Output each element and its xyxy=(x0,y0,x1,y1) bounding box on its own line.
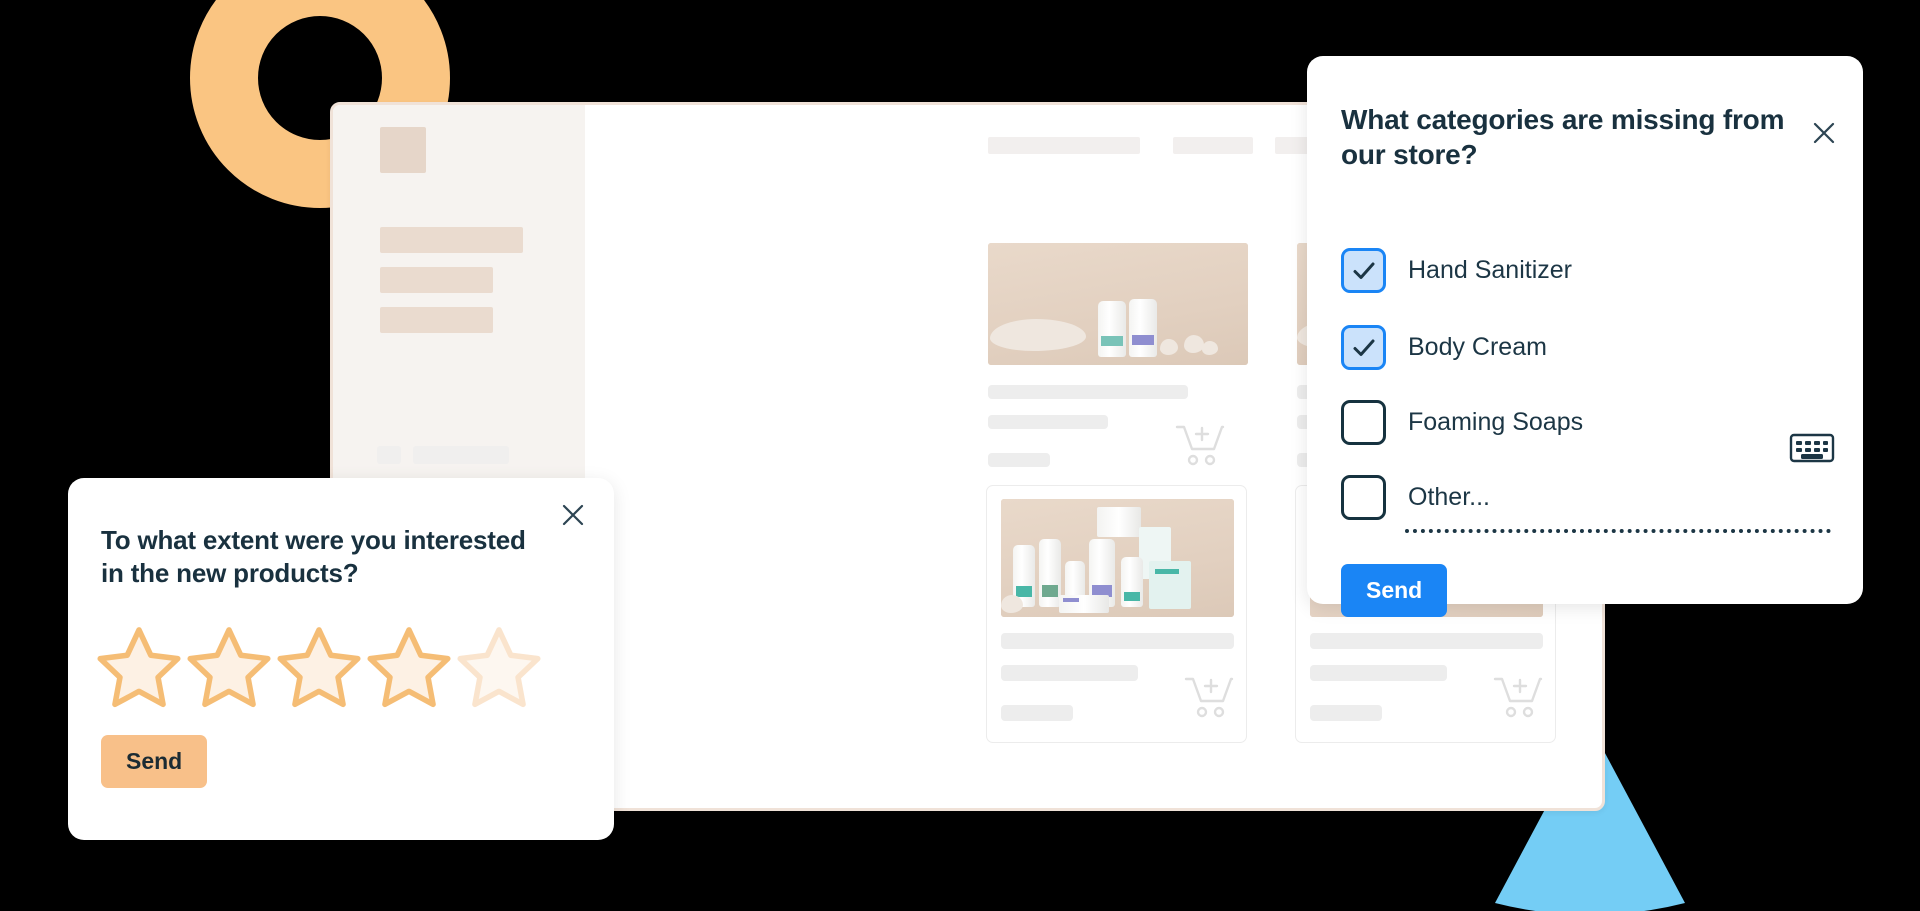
star-3[interactable] xyxy=(274,623,364,713)
star-4[interactable] xyxy=(364,623,454,713)
categories-survey-card: What categories are missing from our sto… xyxy=(1307,56,1863,617)
rating-survey-title: To what extent were you interested in th… xyxy=(101,525,526,589)
checkbox-row-foaming-soaps[interactable]: Foaming Soaps xyxy=(1341,400,1583,445)
product-subtitle-placeholder-1 xyxy=(988,415,1108,429)
send-button-rating[interactable]: Send xyxy=(101,735,208,788)
star-5[interactable] xyxy=(454,623,544,713)
checkbox-other[interactable] xyxy=(1341,475,1386,520)
product-card-1[interactable] xyxy=(988,243,1248,523)
checkbox-row-hand-sanitizer[interactable]: Hand Sanitizer xyxy=(1341,248,1572,293)
checkbox-foaming-soaps[interactable] xyxy=(1341,400,1386,445)
checkbox-hand-sanitizer[interactable] xyxy=(1341,248,1386,293)
close-icon[interactable] xyxy=(558,500,588,530)
screenshot-stage: What categories are missing from our sto… xyxy=(0,0,1920,911)
sidebar-footer-placeholder-1 xyxy=(377,446,401,464)
checkbox-label-other: Other... xyxy=(1408,483,1490,511)
star-rating-control[interactable] xyxy=(94,623,544,713)
topnav-tab-2[interactable] xyxy=(1173,137,1253,154)
sidebar-nav-placeholder-1[interactable] xyxy=(380,227,523,253)
rating-survey-card: To what extent were you interested in th… xyxy=(68,478,614,840)
product-price-placeholder-5 xyxy=(1310,705,1382,721)
add-to-cart-icon[interactable] xyxy=(1183,673,1235,719)
product-price-placeholder-4 xyxy=(1001,705,1073,721)
checkbox-label-body-cream: Body Cream xyxy=(1408,333,1547,361)
send-button-categories[interactable]: Send xyxy=(1341,564,1448,617)
categories-survey-title: What categories are missing from our sto… xyxy=(1341,104,1785,170)
store-logo-placeholder xyxy=(380,127,426,173)
product-subtitle-placeholder-4 xyxy=(1001,665,1138,681)
product-subtitle-placeholder-5 xyxy=(1310,665,1447,681)
product-image-4 xyxy=(1001,499,1234,617)
product-image-1 xyxy=(988,243,1248,365)
other-text-input[interactable] xyxy=(1405,529,1831,533)
star-2[interactable] xyxy=(184,623,274,713)
add-to-cart-icon[interactable] xyxy=(1174,421,1226,467)
product-title-placeholder-1 xyxy=(988,385,1188,399)
checkbox-label-hand-sanitizer: Hand Sanitizer xyxy=(1408,256,1572,284)
add-to-cart-icon[interactable] xyxy=(1492,673,1544,719)
close-icon[interactable] xyxy=(1809,118,1839,148)
checkbox-label-foaming-soaps: Foaming Soaps xyxy=(1408,408,1584,436)
checkbox-row-other[interactable]: Other... xyxy=(1341,475,1490,520)
checkbox-body-cream[interactable] xyxy=(1341,325,1386,370)
product-title-placeholder-4 xyxy=(1001,633,1234,649)
product-card-4[interactable] xyxy=(986,485,1247,743)
keyboard-icon[interactable] xyxy=(1789,432,1835,464)
sidebar-nav-placeholder-2[interactable] xyxy=(380,267,493,293)
star-1[interactable] xyxy=(94,623,184,713)
checkbox-row-body-cream[interactable]: Body Cream xyxy=(1341,325,1547,370)
product-price-placeholder-1 xyxy=(988,453,1050,467)
sidebar-nav-placeholder-3[interactable] xyxy=(380,307,493,333)
topnav-tab-1[interactable] xyxy=(988,137,1140,154)
product-title-placeholder-5 xyxy=(1310,633,1543,649)
sidebar-footer-placeholder-2 xyxy=(413,446,509,464)
